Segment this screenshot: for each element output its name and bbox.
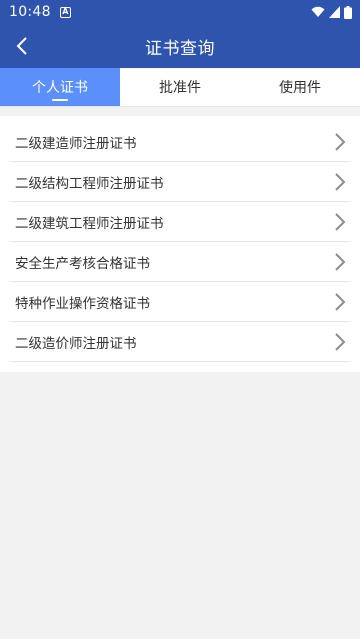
list-item-special-operation[interactable]: 特种作业操作资格证书 [10,282,350,322]
list-item-label: 二级建筑工程师注册证书 [15,215,164,232]
status-bar: 10:48 A [0,0,360,24]
list-item-label: 二级建造师注册证书 [15,135,137,152]
list-item-label: 二级结构工程师注册证书 [15,175,164,192]
status-icons [311,5,352,19]
back-button[interactable] [6,30,38,62]
chevron-right-icon [335,172,346,191]
chevron-right-icon [335,132,346,151]
tab-label: 个人证书 [32,80,88,96]
list-item-safety-production[interactable]: 安全生产考核合格证书 [10,242,350,282]
tab-bar: 个人证书 批准件 使用件 [0,68,360,107]
chevron-right-icon [335,212,346,231]
page-title: 证书查询 [145,38,215,59]
title-bar: 证书查询 [0,24,360,68]
list-item-secondary-structural-engineer[interactable]: 二级结构工程师注册证书 [10,162,350,202]
wifi-icon [311,6,325,17]
battery-icon [344,5,352,19]
status-time: 10:48 [9,4,51,20]
chevron-right-icon [335,332,346,351]
list-item-label: 安全生产考核合格证书 [15,255,150,272]
tab-label: 批准件 [159,80,201,96]
list-item-secondary-constructor[interactable]: 二级建造师注册证书 [10,122,350,162]
notification-icon: A [59,6,71,18]
tab-label: 使用件 [279,80,321,96]
tab-personal-certificate[interactable]: 个人证书 [0,68,120,106]
tab-approval[interactable]: 批准件 [120,68,240,106]
tab-usage[interactable]: 使用件 [240,68,360,106]
signal-icon [329,6,340,18]
certificate-list: 二级建造师注册证书 二级结构工程师注册证书 二级建筑工程师注册证书 安全生产考核… [0,116,360,372]
list-item-label: 特种作业操作资格证书 [15,295,150,312]
tab-active-indicator [52,99,68,101]
back-arrow-icon [16,37,27,55]
list-item-label: 二级造价师注册证书 [15,335,137,352]
list-item-secondary-architect[interactable]: 二级建筑工程师注册证书 [10,202,350,242]
chevron-right-icon [335,252,346,271]
list-item-secondary-cost-engineer[interactable]: 二级造价师注册证书 [10,322,350,362]
chevron-right-icon [335,292,346,311]
